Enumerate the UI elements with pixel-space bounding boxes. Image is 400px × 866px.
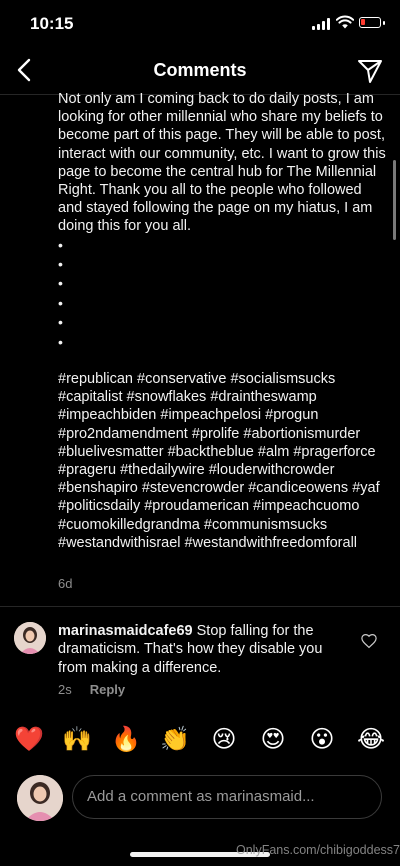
post-timestamp: 6d — [58, 576, 73, 591]
divider — [0, 606, 400, 607]
post-caption: Not only am I coming back to do daily po… — [58, 90, 388, 552]
reply-button[interactable]: Reply — [90, 682, 125, 697]
send-icon[interactable] — [356, 57, 384, 85]
comment-timestamp: 2s — [58, 682, 72, 697]
emoji-clapping[interactable]: 👏 — [159, 722, 191, 758]
scrollbar[interactable] — [393, 160, 396, 240]
comment-username[interactable]: marinasmaidcafe69 — [58, 623, 193, 639]
bullet-dot: • — [58, 275, 63, 292]
wifi-icon — [336, 15, 354, 29]
status-bar: 10:15 — [0, 0, 400, 48]
post-body-text: Not only am I coming back to do daily po… — [58, 91, 386, 235]
bullet-dot: • — [58, 333, 63, 350]
emoji-crying[interactable]: 😢 — [208, 722, 240, 758]
battery-icon — [359, 17, 381, 28]
comment-input[interactable] — [87, 788, 367, 805]
bullet-dot: • — [58, 256, 63, 273]
bullet-dot: • — [58, 294, 63, 311]
post-dots: • • • • • • — [58, 236, 388, 352]
cellular-signal-icon — [312, 18, 332, 30]
emoji-heart[interactable]: ❤️ — [13, 722, 45, 758]
user-avatar[interactable] — [17, 775, 63, 821]
emoji-laughing[interactable]: 😂 — [355, 722, 387, 758]
comment-text: marinasmaidcafe69 Stop falling for the d… — [58, 622, 348, 677]
post-hashtags: #republican #conservative #socialismsuck… — [58, 370, 380, 551]
emoji-raised-hands[interactable]: 🙌 — [61, 722, 93, 758]
page-title: Comments — [153, 60, 247, 80]
emoji-bar: ❤️ 🙌 🔥 👏 😢 😍 😮 😂 — [0, 722, 400, 762]
bullet-dot: • — [58, 236, 63, 253]
emoji-heart-eyes[interactable]: 😍 — [257, 722, 289, 758]
watermark-text: OnlyFans.com/chibigoddess7 — [236, 843, 400, 857]
comment-composer[interactable] — [72, 775, 382, 819]
header: Comments — [0, 48, 400, 95]
emoji-fire[interactable]: 🔥 — [110, 722, 142, 758]
bullet-dot: • — [58, 314, 63, 331]
heart-like-icon[interactable] — [360, 632, 378, 650]
status-time: 10:15 — [30, 14, 74, 33]
commenter-avatar[interactable] — [14, 622, 46, 654]
emoji-surprised[interactable]: 😮 — [306, 722, 338, 758]
comment-meta: 2s Reply — [58, 682, 125, 697]
